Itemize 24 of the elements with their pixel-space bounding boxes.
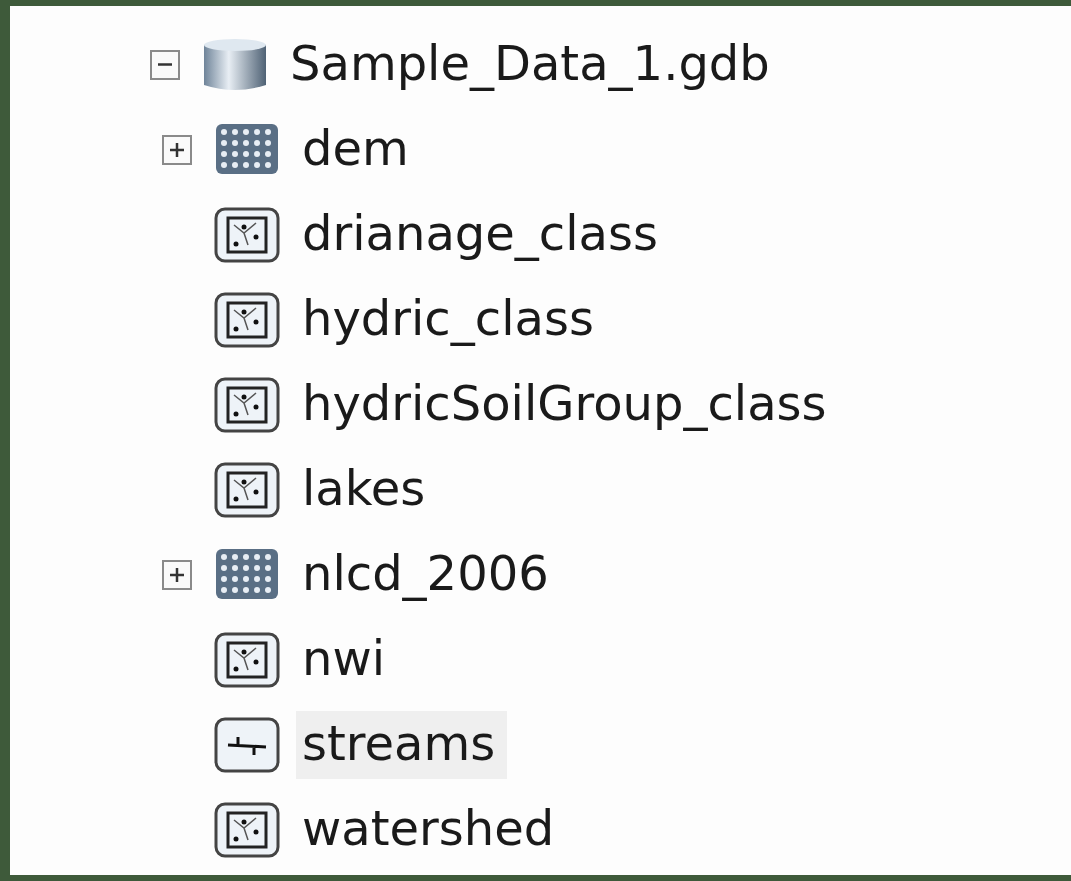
polygon-layer-icon	[214, 631, 280, 688]
line-layer-icon	[214, 716, 280, 773]
tree-item[interactable]: drianage_class	[296, 200, 670, 269]
expand-toggle[interactable]	[162, 134, 192, 165]
polygon-layer-icon	[214, 291, 280, 348]
expand-toggle[interactable]	[162, 559, 192, 590]
polygon-layer-icon	[214, 461, 280, 518]
polygon-layer-icon	[214, 376, 280, 433]
collapse-toggle[interactable]	[150, 49, 180, 80]
tree-item[interactable]: lakes	[296, 455, 438, 524]
tree-item[interactable]: nlcd_2006	[296, 540, 561, 609]
tree-item[interactable]: Sample_Data_1.gdb	[284, 30, 782, 99]
tree-item[interactable]: hydric_class	[296, 285, 606, 354]
polygon-layer-icon	[214, 801, 280, 858]
plus-icon	[170, 142, 184, 157]
tree-item[interactable]: streams	[296, 710, 508, 779]
tree-item[interactable]: hydricSoilGroup_class	[296, 370, 839, 439]
tree-item[interactable]: dem	[296, 115, 421, 184]
plus-icon	[170, 567, 184, 582]
minus-icon	[158, 63, 172, 66]
polygon-layer-icon	[214, 206, 280, 263]
database-icon	[202, 36, 268, 93]
tree-item[interactable]: watershed	[296, 795, 567, 864]
tree-item[interactable]: nwi	[296, 625, 397, 694]
